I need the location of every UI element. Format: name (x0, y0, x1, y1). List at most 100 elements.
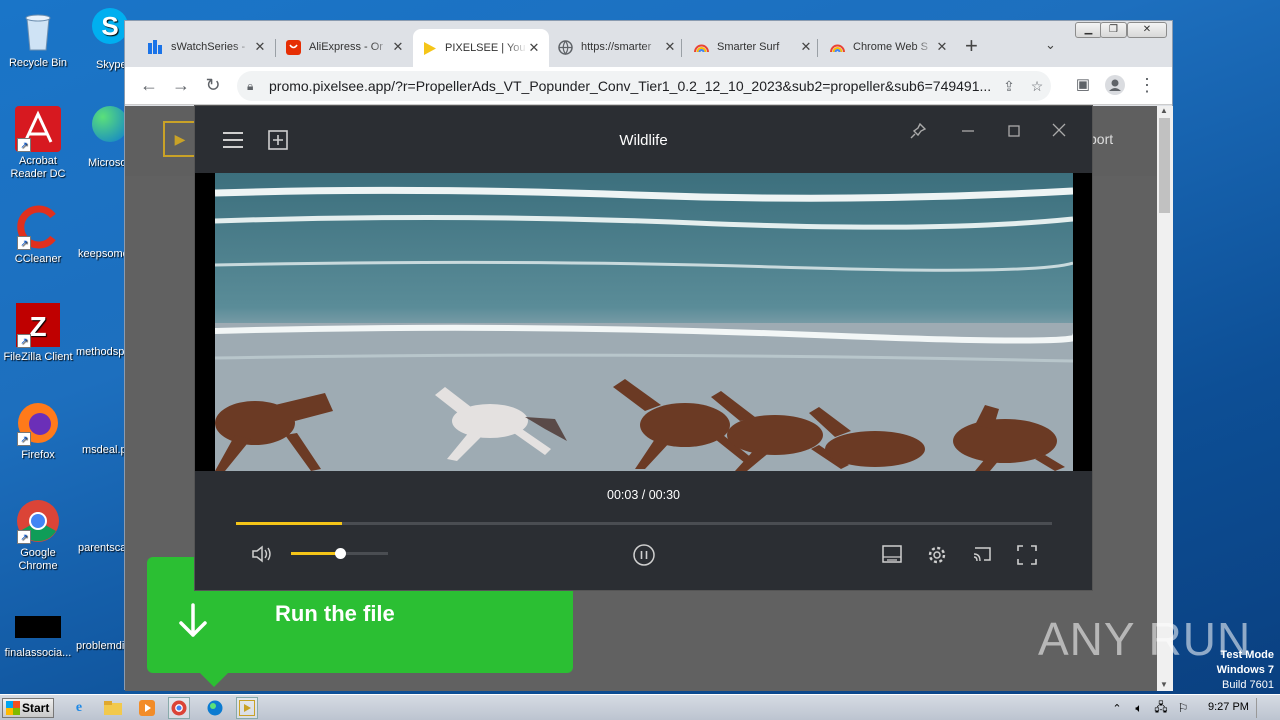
ccleaner-icon: ↗ (15, 204, 61, 250)
desktop-icon-keepsome[interactable]: keepsome (78, 248, 126, 268)
player-header: Wildlife (195, 106, 1092, 173)
scroll-down-icon[interactable]: ▼ (1160, 680, 1168, 689)
tab-smarter-url[interactable]: https://smarter ✕ (549, 31, 685, 63)
scrollbar-thumb[interactable] (1159, 118, 1170, 213)
player-title: Wildlife (619, 132, 668, 149)
volume-fill (291, 552, 340, 555)
pause-icon[interactable] (632, 543, 656, 567)
fullscreen-icon[interactable] (1016, 544, 1038, 566)
maximize-window-button[interactable]: ❐ (1100, 22, 1127, 38)
desktop-icon-msdeal[interactable]: msdeal.p (82, 444, 130, 464)
minimize-window-button[interactable]: ▁ (1075, 22, 1102, 38)
pin-icon[interactable] (909, 122, 927, 140)
browser-toolbar: ← → ↻ 🔒︎ promo.pixelsee.app/?r=Propeller… (125, 67, 1172, 105)
menu-kebab-icon[interactable]: ⋮ (1135, 75, 1159, 95)
tab-search-chevron-icon[interactable]: ⌄ (1045, 37, 1056, 53)
page-scrollbar[interactable]: ▲ ▼ (1157, 106, 1173, 691)
desktop-icon-methodsp[interactable]: methodsp (76, 346, 124, 366)
desktop-icon-label: Google Chrome (18, 547, 58, 572)
desktop-icon-chrome[interactable]: ↗ Google Chrome (0, 498, 76, 573)
recycle-bin-icon (15, 8, 61, 54)
tab-title: Smarter Surf (717, 41, 780, 53)
back-icon[interactable]: ← (137, 75, 161, 95)
desktop-icon-finalassocia[interactable]: finalassocia... (0, 612, 76, 660)
network-icon[interactable]: 🖧︎ (1150, 697, 1172, 719)
desktop-icon-filezilla[interactable]: Z ↗ FileZilla Client (0, 302, 76, 364)
clock[interactable]: 9:27 PM (1208, 701, 1249, 713)
tab-pixelsee[interactable]: PIXELSEE | You ✕ (413, 29, 549, 67)
tab-smarter-surf[interactable]: Smarter Surf ✕ (685, 31, 821, 63)
close-icon[interactable]: ✕ (799, 39, 813, 55)
volume-slider[interactable] (291, 548, 388, 559)
close-icon[interactable]: ✕ (253, 39, 267, 55)
desktop-icon-label: methodsp (76, 346, 124, 358)
close-icon[interactable]: ✕ (935, 39, 949, 55)
start-label: Start (22, 701, 50, 715)
show-desktop-button[interactable] (1256, 698, 1276, 718)
build-label: Build 7601 (1222, 679, 1274, 691)
tab-title: sWatchSeries - (171, 41, 246, 53)
aliexpress-icon (285, 39, 301, 55)
tab-separator (681, 39, 682, 57)
tab-watchseries[interactable]: sWatchSeries - ✕ (139, 31, 275, 63)
tab-chrome-web-store[interactable]: Chrome Web S ✕ (821, 31, 957, 63)
close-window-button[interactable]: ✕ (1127, 22, 1167, 38)
action-center-flag-icon[interactable]: ⚐ (1172, 697, 1194, 719)
bookmark-star-icon[interactable]: ☆ (1023, 78, 1051, 95)
pixelsee-taskbar-icon[interactable] (236, 697, 258, 719)
desktop-icon-label: keepsome (78, 248, 126, 260)
playback-time: 00:03 / 00:30 (607, 488, 680, 502)
start-button[interactable]: Start (2, 698, 54, 718)
volume-icon[interactable] (251, 544, 273, 564)
address-bar[interactable]: 🔒︎ promo.pixelsee.app/?r=PropellerAds_VT… (237, 71, 1051, 101)
desktop-icon-firefox[interactable]: ↗ Firefox (0, 400, 76, 462)
tab-aliexpress[interactable]: AliExpress - Or ✕ (277, 31, 413, 63)
seek-bar[interactable] (236, 522, 1052, 525)
player-minimize-icon[interactable] (959, 122, 977, 140)
os-label: Windows 7 (1216, 664, 1274, 676)
new-tab-button[interactable]: + (965, 35, 978, 57)
side-panel-icon[interactable]: ▣ (1071, 75, 1095, 95)
windows-logo-icon (6, 701, 20, 715)
skype-icon: S (92, 8, 128, 44)
pixelsee-logo[interactable]: ▶ (163, 121, 197, 157)
close-icon[interactable]: ✕ (663, 39, 677, 55)
volume-knob[interactable] (334, 548, 346, 559)
desktop-icon-problemdi[interactable]: problemdi (76, 640, 124, 660)
edge-taskbar-icon[interactable] (204, 697, 226, 719)
firefox-icon: ↗ (15, 400, 61, 446)
player-close-icon[interactable] (1050, 121, 1068, 139)
settings-gear-icon[interactable] (926, 544, 948, 566)
globe-icon (557, 39, 573, 55)
tray-expand-icon[interactable]: ⌃ (1106, 697, 1128, 719)
player-maximize-icon[interactable] (1005, 122, 1023, 140)
video-area[interactable] (195, 173, 1092, 471)
subtitles-icon[interactable] (881, 544, 903, 564)
desktop-icon-label: Skype (96, 59, 127, 71)
chrome-icon: ↗ (15, 498, 61, 544)
taskbar: Start e ⌃ 🔈︎ 🖧︎ ⚐ 9:27 PM (0, 694, 1280, 720)
chrome-taskbar-icon[interactable] (168, 697, 190, 719)
test-mode-watermark: Test Mode Windows 7 Build 7601 (1217, 648, 1274, 693)
close-icon[interactable]: ✕ (527, 40, 541, 56)
cast-icon[interactable] (971, 544, 993, 564)
desktop-icon-ccleaner[interactable]: ↗ CCleaner (0, 204, 76, 266)
desktop-icon-label: Acrobat Reader DC (10, 155, 66, 180)
ie-icon[interactable]: e (68, 697, 90, 719)
reload-icon[interactable]: ↻ (201, 75, 225, 95)
explorer-folder-icon[interactable] (102, 697, 124, 719)
media-player-icon[interactable] (136, 697, 158, 719)
edge-icon (92, 106, 128, 142)
desktop-icon-recycle-bin[interactable]: Recycle Bin (0, 8, 76, 70)
close-icon[interactable]: ✕ (391, 39, 405, 55)
video-frame-horses-beach (215, 173, 1073, 471)
share-icon[interactable]: ⇪ (995, 78, 1023, 95)
speaker-icon[interactable]: 🔈︎ (1128, 697, 1150, 719)
forward-icon[interactable]: → (169, 75, 193, 95)
run-file-label: Run the file (275, 601, 395, 626)
desktop-icon-acrobat[interactable]: ↗ Acrobat Reader DC (0, 106, 76, 181)
desktop-icon-label: parentsca (78, 542, 126, 554)
profile-icon[interactable] (1103, 75, 1127, 99)
scroll-up-icon[interactable]: ▲ (1160, 106, 1168, 115)
desktop-icon-parentsca[interactable]: parentsca (78, 542, 126, 562)
